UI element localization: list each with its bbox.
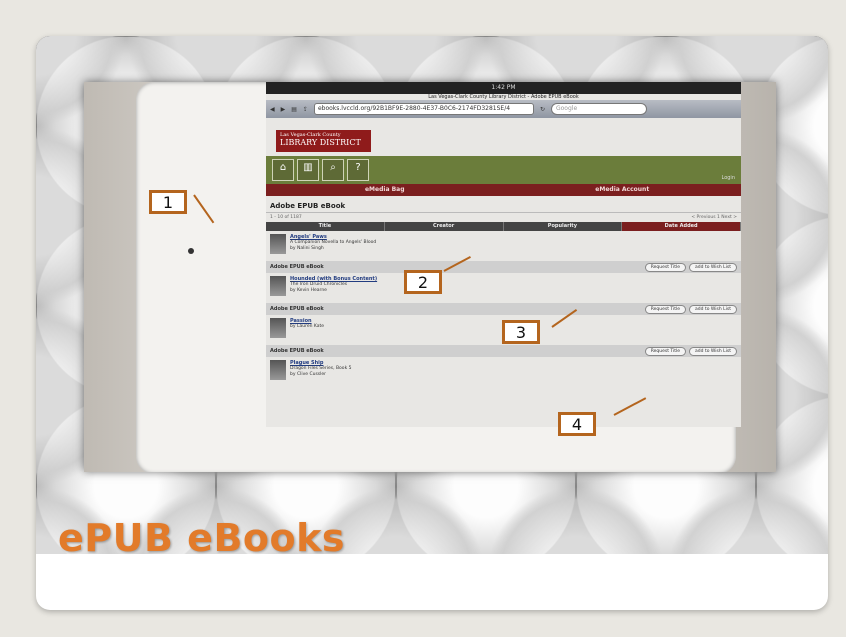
pager-count: 1 - 10 of 1187 xyxy=(270,215,302,220)
section-heading: Adobe EPUB eBook xyxy=(266,196,741,213)
browser-page-title: Las Vegas-Clark County Library District … xyxy=(428,94,579,100)
format-label: Adobe EPUB eBook xyxy=(270,264,324,270)
book-author: by Lauren Kate xyxy=(290,324,325,329)
book-cover[interactable] xyxy=(270,360,286,380)
reload-icon[interactable]: ↻ xyxy=(540,106,545,113)
format-row: Adobe EPUB eBook Request Title add to Wi… xyxy=(266,345,741,357)
request-title-button[interactable]: Request Title xyxy=(644,262,687,272)
tab-emedia-bag[interactable]: eMedia Bag xyxy=(266,184,504,196)
column-popularity[interactable]: Popularity xyxy=(504,222,623,231)
callout-1: 1 xyxy=(149,190,187,214)
book-cover[interactable] xyxy=(270,318,286,338)
column-date-added[interactable]: Date Added xyxy=(622,222,741,231)
search-field[interactable]: Google xyxy=(550,103,647,115)
format-row: Adobe EPUB eBook Request Title add to Wi… xyxy=(266,303,741,315)
request-title-button[interactable]: Request Title xyxy=(644,304,687,314)
book-cover[interactable] xyxy=(270,276,286,296)
column-title[interactable]: Title xyxy=(266,222,385,231)
ipad-screen: 1:42 PM Las Vegas-Clark County Library D… xyxy=(266,82,741,427)
pager-links[interactable]: < Previous 1 Next > xyxy=(691,215,737,220)
list-item: Hounded (with Bonus Content) The Iron Dr… xyxy=(266,273,741,303)
add-to-wish-list-button[interactable]: add to Wish List xyxy=(689,304,737,314)
bookmarks-icon[interactable]: ▤ xyxy=(291,106,297,113)
emedia-tabs: eMedia Bag eMedia Account xyxy=(266,184,741,196)
browser-toolbar: ◀ ▶ ▤ ⇪ ebooks.lvccld.org/92B1BF9E-2880-… xyxy=(266,100,741,118)
camera-dot xyxy=(188,248,194,254)
help-icon[interactable]: ? xyxy=(347,159,369,181)
book-author: by Kevin Hearne xyxy=(290,288,327,293)
share-icon[interactable]: ⇪ xyxy=(303,106,308,113)
format-row: Adobe EPUB eBook Request Title add to Wi… xyxy=(266,261,741,273)
book-author: by Nalini Singh xyxy=(290,246,324,251)
list-item: Plague Ship Dragon Files Series, Book 5 … xyxy=(266,357,741,387)
search-icon[interactable]: ⌕ xyxy=(322,159,344,181)
column-headers: Title Creator Popularity Date Added xyxy=(266,222,741,231)
tab-emedia-account[interactable]: eMedia Account xyxy=(504,184,742,196)
callout-3: 3 xyxy=(502,320,540,344)
forward-icon[interactable]: ▶ xyxy=(281,106,286,113)
site-nav-bar: ⌂ ▥ ⌕ ? Login xyxy=(266,156,741,184)
logo-big-text: LIBRARY DISTRICT xyxy=(280,138,361,147)
book-icon[interactable]: ▥ xyxy=(297,159,319,181)
back-icon[interactable]: ◀ xyxy=(270,106,275,113)
login-link[interactable]: Login xyxy=(722,175,736,181)
format-label: Adobe EPUB eBook xyxy=(270,348,324,354)
list-item: Angels' Paws A Companion Novella to Ange… xyxy=(266,231,741,261)
slide-title: ePUB eBooks xyxy=(58,516,346,560)
status-bar: 1:42 PM xyxy=(266,82,741,94)
request-title-button[interactable]: Request Title xyxy=(644,346,687,356)
url-field[interactable]: ebooks.lvccld.org/92B1BF9E-2880-4E37-B0C… xyxy=(313,103,534,115)
add-to-wish-list-button[interactable]: add to Wish List xyxy=(689,262,737,272)
slide: 1:42 PM Las Vegas-Clark County Library D… xyxy=(36,36,828,610)
pager: 1 - 10 of 1187 < Previous 1 Next > xyxy=(266,213,741,222)
home-icon[interactable]: ⌂ xyxy=(272,159,294,181)
callout-2: 2 xyxy=(404,270,442,294)
book-author: by Clive Cussler xyxy=(290,372,327,377)
add-to-wish-list-button[interactable]: add to Wish List xyxy=(689,346,737,356)
library-logo[interactable]: Las Vegas-Clark County LIBRARY DISTRICT xyxy=(276,130,371,152)
callout-4: 4 xyxy=(558,412,596,436)
format-label: Adobe EPUB eBook xyxy=(270,306,324,312)
book-cover[interactable] xyxy=(270,234,286,254)
column-creator[interactable]: Creator xyxy=(385,222,504,231)
